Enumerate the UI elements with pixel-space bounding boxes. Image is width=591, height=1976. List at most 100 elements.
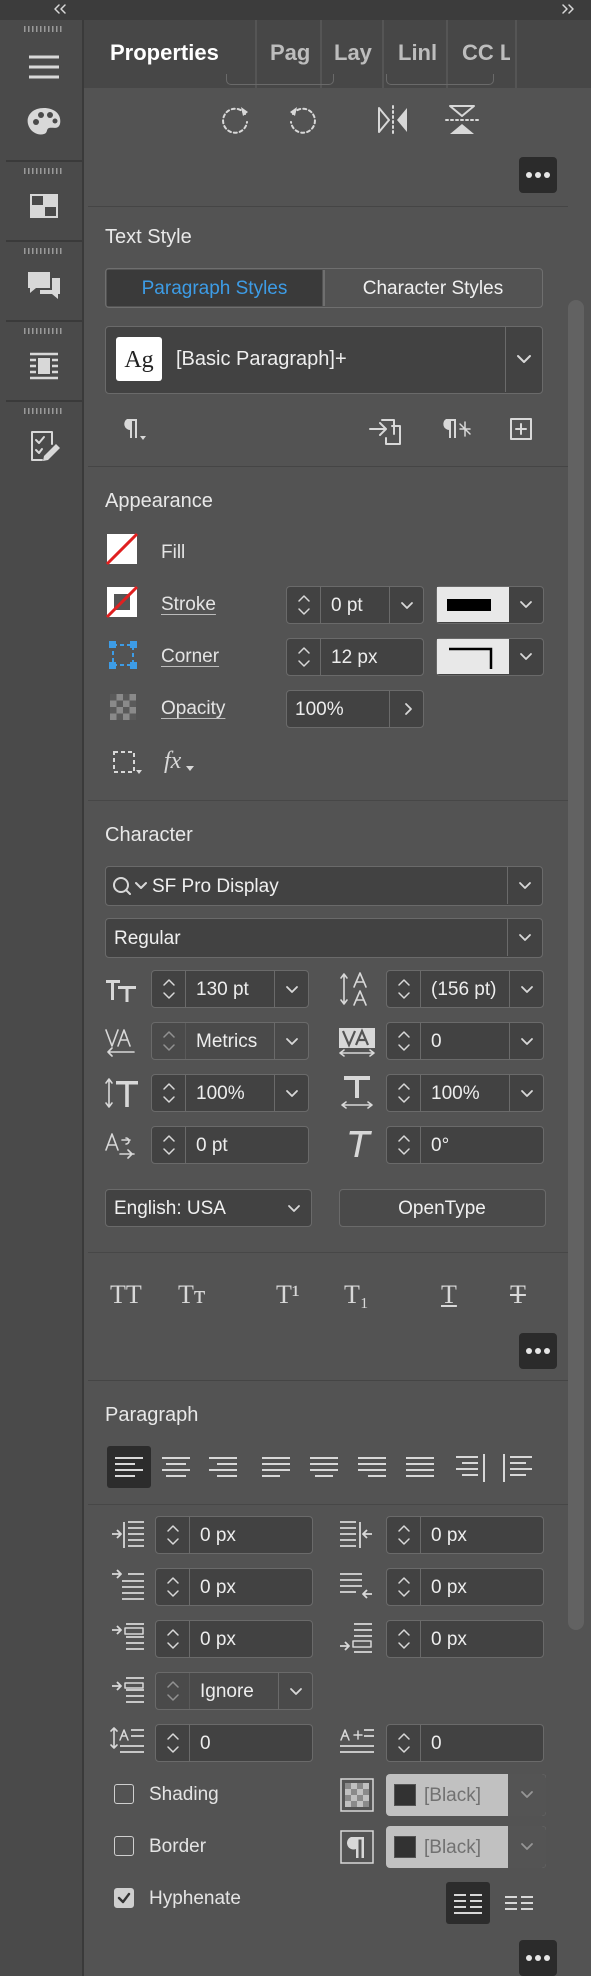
vertical-scale-field[interactable]: 100% <box>151 1074 309 1112</box>
opentype-button[interactable]: OpenType <box>339 1189 546 1227</box>
stroke-swatch-icon[interactable] <box>105 585 139 619</box>
first-line-indent-field[interactable]: 0 px <box>155 1568 313 1606</box>
align-to-grid-arrow[interactable] <box>278 1673 312 1709</box>
opacity-slider-toggle[interactable] <box>389 691 423 727</box>
more-options-button[interactable] <box>519 157 557 193</box>
clear-overrides-icon[interactable] <box>440 416 474 446</box>
align-away-spine-icon[interactable] <box>503 1454 536 1482</box>
left-indent-stepper[interactable] <box>156 1517 190 1553</box>
text-wrap-icon[interactable] <box>24 346 64 386</box>
baseline-shift-stepper[interactable] <box>152 1127 186 1163</box>
font-style-dropdown[interactable]: Regular <box>105 918 543 958</box>
shading-settings-icon[interactable] <box>340 1778 374 1812</box>
more-options-button[interactable] <box>519 1333 557 1369</box>
space-before-field[interactable]: 0 px <box>155 1620 313 1658</box>
expand-right-icon[interactable] <box>560 3 576 15</box>
corner-options-icon[interactable] <box>108 640 138 670</box>
search-icon[interactable] <box>112 875 152 897</box>
load-styles-icon[interactable] <box>368 416 404 446</box>
fill-swatch-icon[interactable] <box>105 532 139 566</box>
align-right-icon[interactable] <box>209 1456 239 1480</box>
new-style-icon[interactable] <box>508 416 536 444</box>
right-indent-stepper[interactable] <box>387 1517 421 1553</box>
stroke-weight-stepper[interactable] <box>287 587 321 623</box>
drag-grip[interactable] <box>24 168 64 174</box>
drop-cap-chars-field[interactable]: 0 <box>386 1724 544 1762</box>
tracking-dropdown[interactable] <box>509 1023 543 1059</box>
tracking-field[interactable]: 0 <box>386 1022 544 1060</box>
single-line-composer-button[interactable] <box>446 1882 490 1924</box>
collapse-left-icon[interactable] <box>52 3 68 15</box>
align-toward-spine-icon[interactable] <box>456 1454 488 1482</box>
skew-stepper[interactable] <box>387 1127 421 1163</box>
all-caps-button[interactable]: TT <box>110 1280 142 1310</box>
more-options-button[interactable] <box>519 1940 557 1976</box>
font-family-dropdown[interactable]: SF Pro Display <box>105 866 543 906</box>
last-line-indent-stepper[interactable] <box>387 1569 421 1605</box>
horizontal-scale-dropdown[interactable] <box>509 1075 543 1111</box>
border-color-dropdown[interactable]: [Black] <box>386 1826 546 1868</box>
drag-grip[interactable] <box>24 328 64 334</box>
font-size-field[interactable]: 130 pt <box>151 970 309 1008</box>
paragraph-style-dropdown[interactable]: Ag [Basic Paragraph]+ <box>105 326 543 394</box>
drop-cap-lines-stepper[interactable] <box>156 1725 190 1761</box>
stroke-label[interactable]: Stroke <box>161 594 216 616</box>
justify-left-icon[interactable] <box>262 1456 292 1480</box>
language-dropdown[interactable]: English: USA <box>105 1189 312 1227</box>
kerning-field[interactable]: Metrics <box>151 1022 309 1060</box>
flip-vertical-icon[interactable] <box>444 102 480 138</box>
paragraph-composer-icon[interactable] <box>505 1894 535 1914</box>
corner-label[interactable]: Corner <box>161 646 219 668</box>
kerning-stepper[interactable] <box>152 1023 186 1059</box>
stroke-weight-dropdown[interactable] <box>389 587 423 623</box>
space-after-stepper[interactable] <box>387 1621 421 1657</box>
align-left-button[interactable] <box>107 1446 151 1488</box>
corner-radius-field[interactable]: 12 px <box>286 638 424 676</box>
leading-dropdown[interactable] <box>509 971 543 1007</box>
right-indent-field[interactable]: 0 px <box>386 1516 544 1554</box>
corner-radius-stepper[interactable] <box>287 639 321 675</box>
space-before-stepper[interactable] <box>156 1621 190 1657</box>
rotate-clockwise-icon[interactable] <box>217 102 253 138</box>
justify-all-icon[interactable] <box>406 1456 436 1480</box>
border-checkbox[interactable] <box>114 1836 134 1856</box>
horizontal-scale-stepper[interactable] <box>387 1075 421 1111</box>
baseline-shift-field[interactable]: 0 pt <box>151 1126 309 1164</box>
align-center-icon[interactable] <box>162 1456 192 1480</box>
superscript-button[interactable]: T¹ <box>276 1280 300 1310</box>
kerning-dropdown[interactable] <box>274 1023 308 1059</box>
comments-icon[interactable] <box>24 266 64 306</box>
last-line-indent-field[interactable]: 0 px <box>386 1568 544 1606</box>
paragraph-styles-tab[interactable]: Paragraph Styles <box>107 270 322 306</box>
underline-button[interactable]: T <box>441 1280 457 1310</box>
justify-right-icon[interactable] <box>358 1456 388 1480</box>
justify-center-icon[interactable] <box>310 1456 340 1480</box>
paragraph-mark-menu-icon[interactable] <box>118 416 148 444</box>
opacity-label[interactable]: Opacity <box>161 698 225 720</box>
drag-grip[interactable] <box>24 26 64 32</box>
vertical-scale-dropdown[interactable] <box>274 1075 308 1111</box>
horizontal-scale-field[interactable]: 100% <box>386 1074 544 1112</box>
small-caps-button[interactable]: Tт <box>178 1280 205 1310</box>
opacity-checker-icon[interactable] <box>109 693 137 721</box>
fx-effects-label[interactable]: fx <box>164 748 181 775</box>
rotate-counterclockwise-icon[interactable] <box>285 102 321 138</box>
shading-color-dropdown[interactable]: [Black] <box>386 1774 546 1816</box>
subscript-button[interactable]: T₁ <box>344 1280 369 1310</box>
font-size-stepper[interactable] <box>152 971 186 1007</box>
skew-field[interactable]: 0° <box>386 1126 544 1164</box>
drag-grip[interactable] <box>24 248 64 254</box>
stroke-weight-field[interactable]: 0 pt <box>286 586 424 624</box>
stroke-type-dropdown[interactable] <box>436 586 544 624</box>
shading-checkbox[interactable] <box>114 1784 134 1804</box>
tab-properties[interactable]: Properties <box>86 20 236 88</box>
drop-cap-lines-field[interactable]: 0 <box>155 1724 313 1762</box>
leading-stepper[interactable] <box>387 971 421 1007</box>
strikethrough-button[interactable]: T <box>510 1280 526 1310</box>
leading-field[interactable]: (156 pt) <box>386 970 544 1008</box>
opacity-field[interactable]: 100% <box>286 690 424 728</box>
drop-cap-chars-stepper[interactable] <box>387 1725 421 1761</box>
vertical-scale-stepper[interactable] <box>152 1075 186 1111</box>
palette-icon[interactable] <box>24 102 64 142</box>
tab-layers[interactable]: Lay <box>334 20 374 88</box>
